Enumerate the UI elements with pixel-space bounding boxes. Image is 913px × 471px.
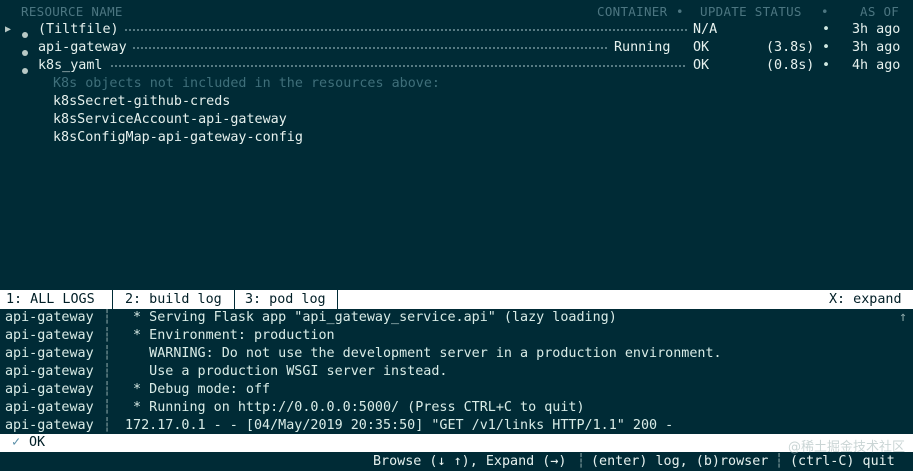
resource-name: api-gateway <box>38 40 127 55</box>
resource-as-of: 3h ago <box>852 22 901 37</box>
resource-status: OK <box>693 58 710 73</box>
log-tab-bar: 1: ALL LOGS 2: build log 3: pod log X: e… <box>0 290 913 309</box>
log-line: api-gateway ┆ 172.17.0.1 - - [04/May/201… <box>0 417 913 435</box>
resource-duration: (0.8s) <box>766 58 815 73</box>
leader-dots <box>110 65 687 67</box>
header-bullet: • <box>821 4 829 19</box>
log-text: * Serving Flask app "api_gateway_service… <box>125 310 617 325</box>
resource-row-k8s-yaml[interactable]: k8s_yaml OK (0.8s) • 4h ago <box>0 57 913 75</box>
k8s-object-item: k8sConfigMap-api-gateway-config <box>0 129 913 147</box>
k8s-object-item: k8sSecret-github-creds <box>0 93 913 111</box>
resource-row-tiltfile[interactable]: ▶ (Tiltfile) N/A • 3h ago <box>0 21 913 39</box>
tab-all-logs[interactable]: 1: ALL LOGS <box>0 290 101 309</box>
log-text: * Running on http://0.0.0.0:5000/ (Press… <box>125 400 585 415</box>
tab-build-log[interactable]: 2: build log <box>119 290 228 309</box>
row-bullet: • <box>822 22 831 37</box>
log-line: api-gateway ┆ WARNING: Do not use the de… <box>0 345 913 363</box>
resource-row-api-gateway[interactable]: api-gateway Running OK (3.8s) • 3h ago <box>0 39 913 57</box>
log-line: api-gateway ┆ * Running on http://0.0.0.… <box>0 399 913 417</box>
resource-name: (Tiltfile) <box>38 22 119 37</box>
resource-status: OK <box>693 40 710 55</box>
tab-divider <box>234 290 235 309</box>
scroll-up-icon[interactable]: ↑ <box>899 309 907 327</box>
log-separator: ┆ <box>103 328 112 343</box>
log-line: api-gateway ┆ Use a production WSGI serv… <box>0 363 913 381</box>
k8s-object-label: k8sServiceAccount-api-gateway <box>53 112 287 127</box>
k8s-note-text: K8s objects not included in the resource… <box>53 76 440 91</box>
k8s-objects-note: K8s objects not included in the resource… <box>0 75 913 93</box>
log-text: WARNING: Do not use the development serv… <box>125 346 722 361</box>
k8s-object-label: k8sConfigMap-api-gateway-config <box>53 130 303 145</box>
tab-pod-log[interactable]: 3: pod log <box>239 290 332 309</box>
log-separator: ┆ <box>103 364 112 379</box>
header-update-status: UPDATE STATUS <box>700 4 802 19</box>
row-bullet: • <box>822 58 831 73</box>
resource-table-header: RESOURCE NAME CONTAINER • UPDATE STATUS … <box>0 3 913 21</box>
resource-as-of: 4h ago <box>852 58 901 73</box>
quit-hint: (ctrl-C) quit <box>790 454 895 469</box>
log-text: 172.17.0.1 - - [04/May/2019 20:35:50] "G… <box>125 418 674 433</box>
log-separator: ┆ <box>103 310 112 325</box>
log-line: api-gateway ┆ * Environment: production <box>0 327 913 345</box>
footer-separator: ┆ <box>775 454 784 469</box>
footer-separator: ┆ <box>577 454 586 469</box>
log-separator: ┆ <box>103 382 112 397</box>
k8s-object-item: k8sServiceAccount-api-gateway <box>0 111 913 129</box>
log-separator: ┆ <box>103 346 112 361</box>
header-bullet: • <box>676 4 684 19</box>
resource-container: Running <box>614 40 671 55</box>
log-source: api-gateway <box>5 364 94 379</box>
log-separator: ┆ <box>103 400 112 415</box>
browse-hint: Browse (↓ ↑), Expand (→) <box>373 454 567 469</box>
leader-dots <box>132 47 607 49</box>
row-bullet: • <box>822 40 831 55</box>
tab-divider <box>337 290 338 309</box>
k8s-object-label: k8sSecret-github-creds <box>53 94 231 109</box>
resource-status: N/A <box>693 22 718 37</box>
log-text: Use a production WSGI server instead. <box>125 364 448 379</box>
log-line: api-gateway ┆ * Debug mode: off <box>0 381 913 399</box>
tab-divider <box>112 290 113 309</box>
log-source: api-gateway <box>5 418 94 433</box>
log-source: api-gateway <box>5 328 94 343</box>
log-source: api-gateway <box>5 382 94 397</box>
log-browser-hint: (enter) log, (b)rowser <box>591 454 769 469</box>
resource-duration: (3.8s) <box>766 40 815 55</box>
log-text: * Environment: production <box>125 328 335 343</box>
selected-arrow-icon: ▶ <box>5 24 12 35</box>
header-container: CONTAINER <box>597 4 668 19</box>
log-source: api-gateway <box>5 310 94 325</box>
log-source: api-gateway <box>5 346 94 361</box>
header-resource-name: RESOURCE NAME <box>21 4 123 19</box>
check-icon: ✓ <box>12 435 21 450</box>
log-source: api-gateway <box>5 400 94 415</box>
keybinding-footer: Browse (↓ ↑), Expand (→) ┆ (enter) log, … <box>0 452 913 471</box>
log-line: api-gateway ┆ * Serving Flask app "api_g… <box>0 309 913 327</box>
header-as-of: AS OF <box>860 4 900 19</box>
log-text: * Debug mode: off <box>125 382 271 397</box>
log-separator: ┆ <box>103 418 112 433</box>
status-text: OK <box>29 435 46 450</box>
status-bar: ✓ OK <box>0 434 913 452</box>
resource-as-of: 3h ago <box>852 40 901 55</box>
expand-button[interactable]: X: expand <box>823 290 908 309</box>
resource-name: k8s_yaml <box>38 58 103 73</box>
leader-dots <box>124 29 687 31</box>
